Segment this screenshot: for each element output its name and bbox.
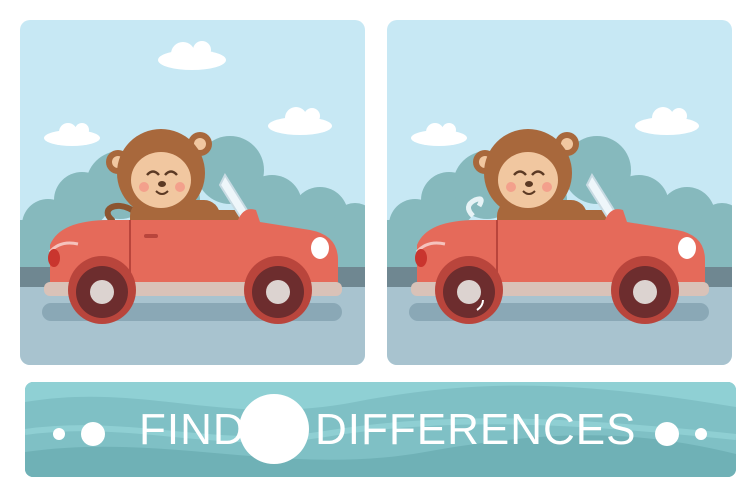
decor-dot: [655, 422, 679, 446]
circle-icon: [239, 394, 309, 464]
title-word-find: FIND: [139, 405, 246, 454]
scene-left: [20, 20, 365, 365]
decor-dot: [81, 422, 105, 446]
title: FIND DIFFERENCES: [25, 382, 736, 477]
picture-right[interactable]: [387, 20, 732, 365]
picture-left[interactable]: [20, 20, 365, 365]
decor-dot: [695, 428, 707, 440]
scene-right: [387, 20, 732, 365]
decor-dot: [53, 428, 65, 440]
title-word-differences: DIFFERENCES: [315, 405, 637, 454]
title-banner: FIND DIFFERENCES: [25, 382, 736, 477]
